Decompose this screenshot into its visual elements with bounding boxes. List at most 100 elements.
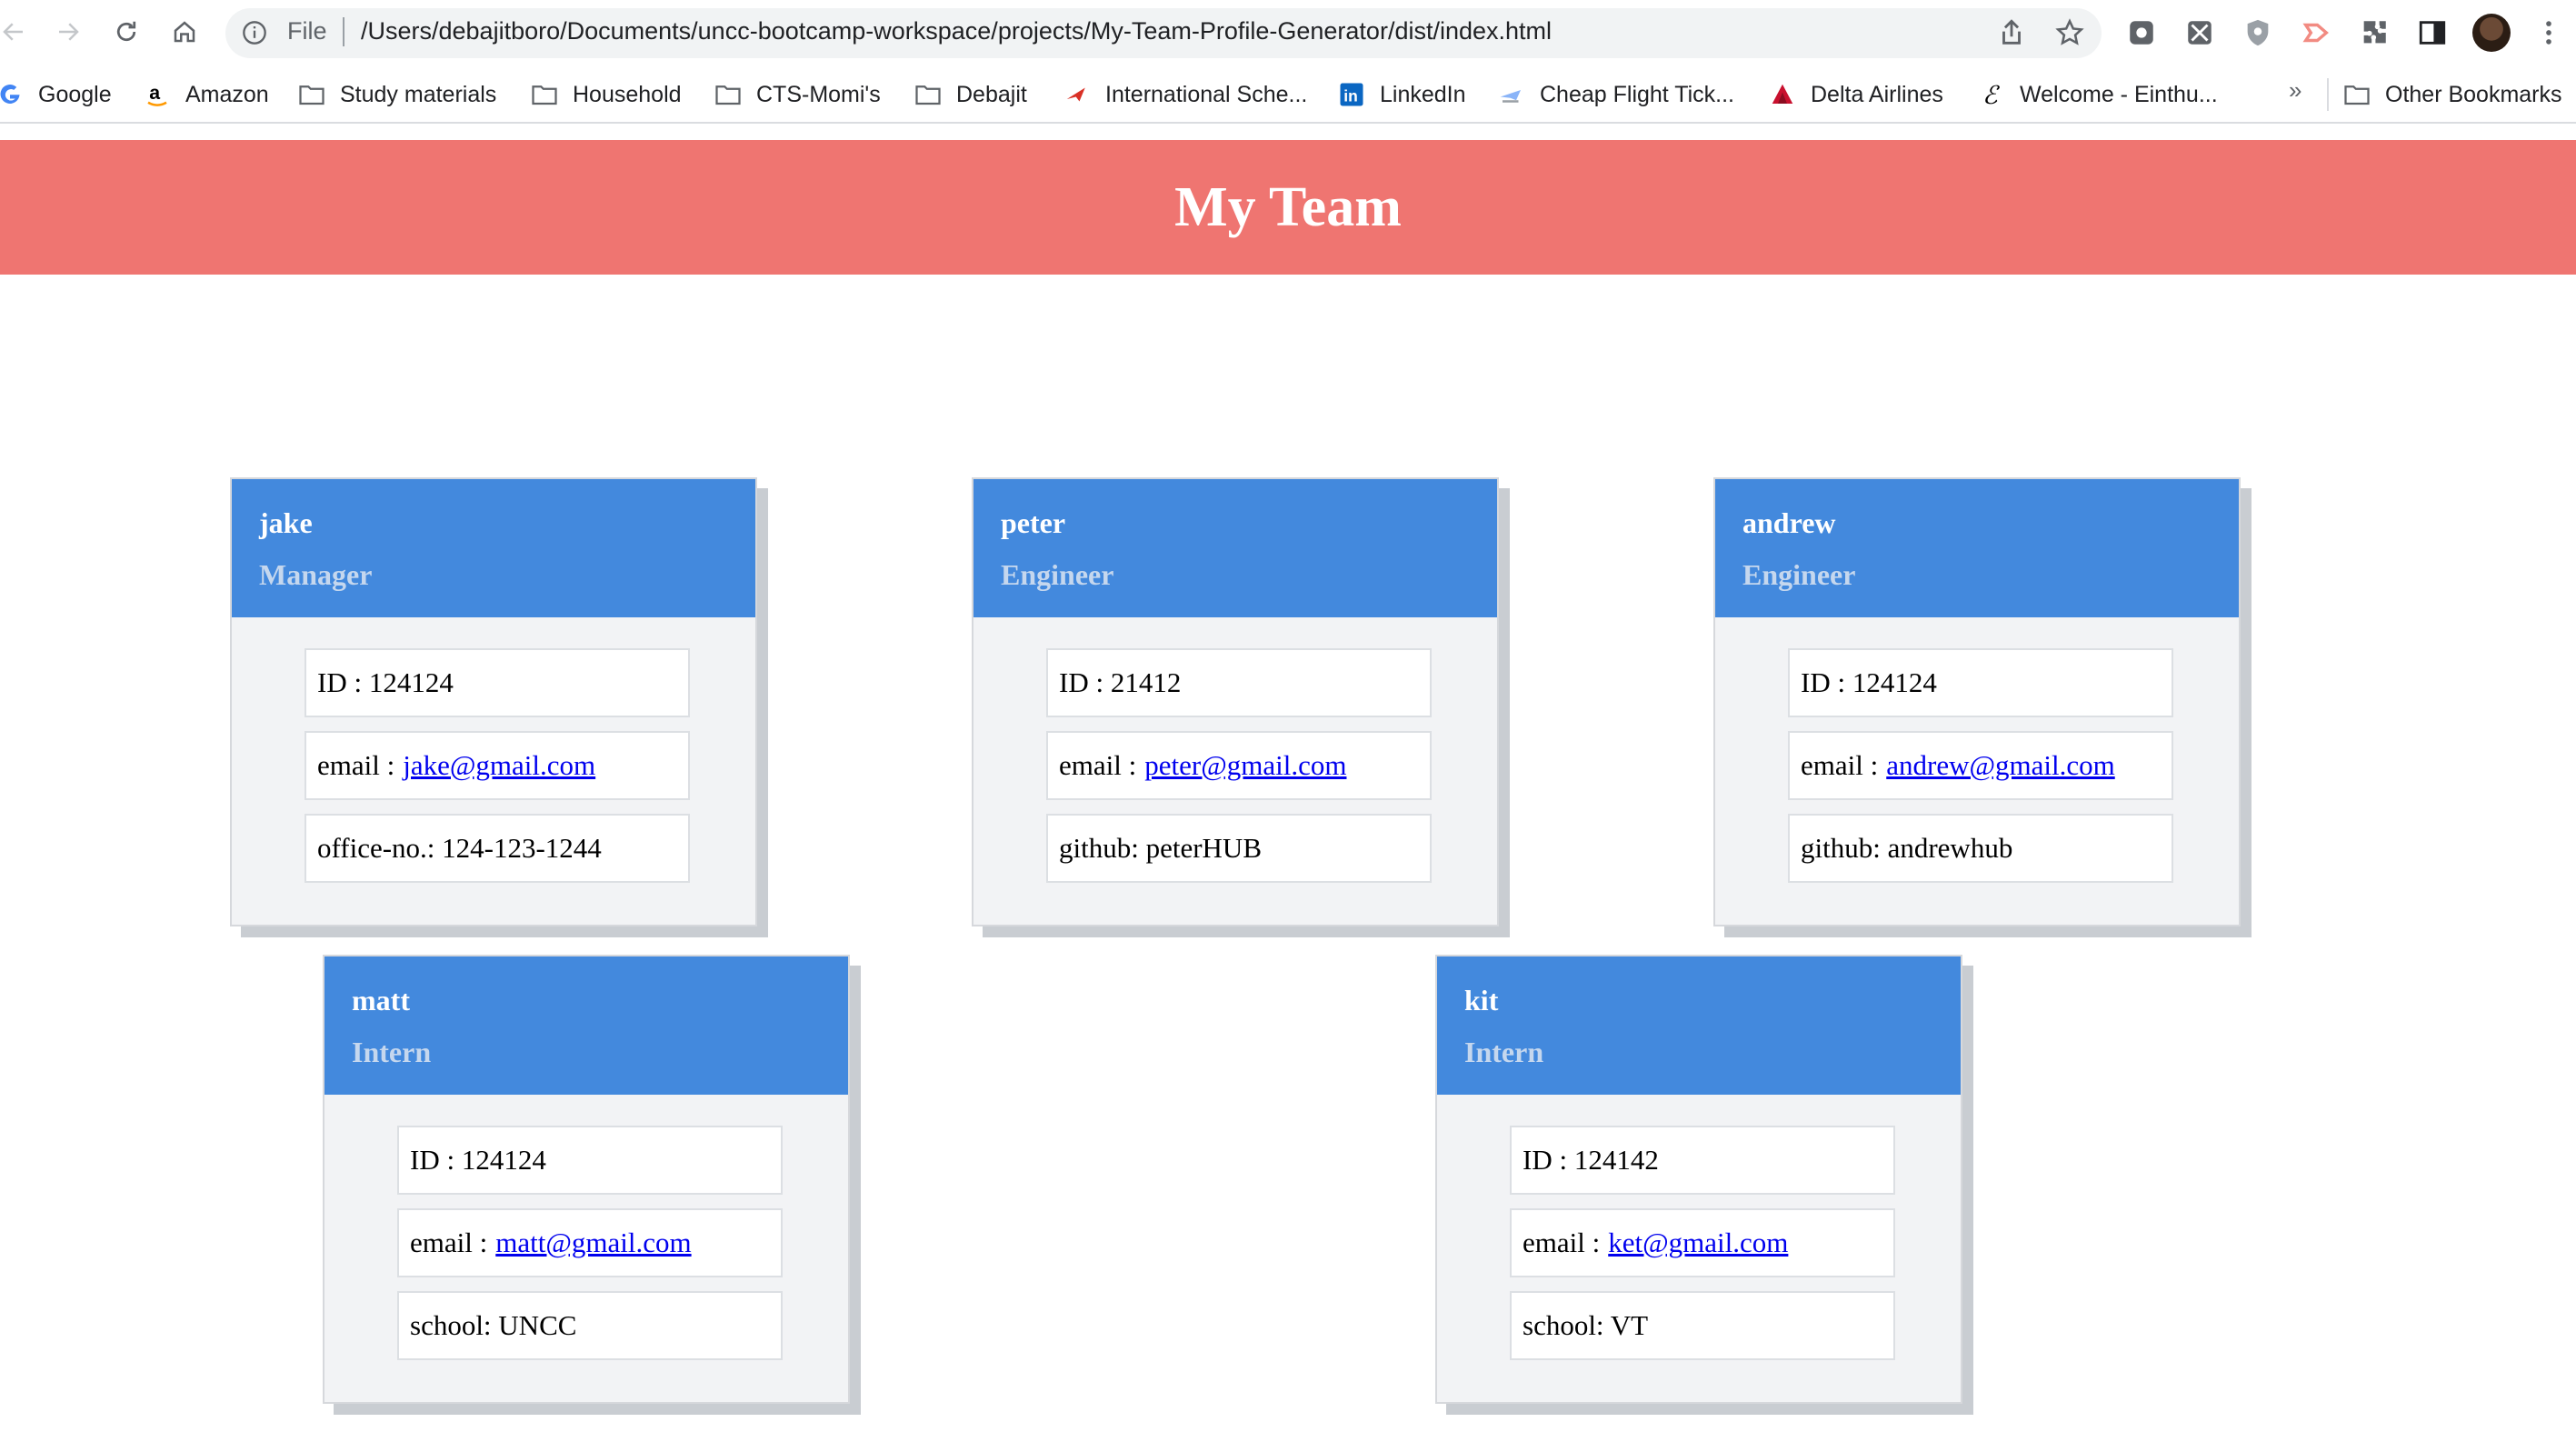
employee-extra: office-no.: 124-123-1244 — [305, 814, 690, 883]
bookmark-cheap-flight-tickets[interactable]: Cheap Flight Tick... — [1498, 76, 1734, 113]
employee-id: ID : 124142 — [1510, 1126, 1895, 1195]
menu-kebab-icon[interactable] — [2531, 15, 2567, 51]
delta-icon — [1769, 81, 1796, 108]
employee-card: peter Engineer ID : 21412 email : peter@… — [972, 477, 1499, 926]
bookmark-delta-airlines[interactable]: Delta Airlines — [1769, 76, 1943, 113]
email-label: email : — [317, 749, 395, 781]
bookmark-cts-momis[interactable]: CTS-Momi's — [714, 76, 881, 113]
google-icon — [0, 81, 24, 108]
einthusan-icon: ℰ — [1978, 81, 2005, 108]
employee-extra: school: UNCC — [397, 1291, 783, 1360]
bookmark-amazon[interactable]: a Amazon — [144, 76, 269, 113]
forward-arrow-icon — [59, 23, 79, 41]
employee-name: peter — [1001, 506, 1066, 539]
card-header: andrew Engineer — [1715, 479, 2239, 617]
employee-role: Engineer — [1742, 558, 1856, 591]
bookmarks-bar: Google a Amazon Study materials Househol… — [0, 67, 2576, 124]
bookmark-international-schedule[interactable]: International Sche... — [1063, 76, 1307, 113]
amazon-icon: a — [144, 81, 171, 108]
extension-red-icon[interactable] — [2298, 15, 2334, 51]
back-arrow-icon — [3, 23, 23, 41]
svg-text:a: a — [149, 82, 160, 104]
employee-role: Engineer — [1001, 558, 1114, 591]
card-header: peter Engineer — [973, 479, 1497, 617]
folder-icon — [298, 81, 325, 108]
url-text[interactable]: /Users/debajitboro/Documents/uncc-bootca… — [361, 17, 1552, 45]
employee-email: email : ket@gmail.com — [1510, 1208, 1895, 1277]
email-label: email : — [1059, 749, 1137, 781]
employee-id: ID : 124124 — [397, 1126, 783, 1195]
bookmark-other-bookmarks[interactable]: Other Bookmarks — [2343, 76, 2562, 113]
email-label: email : — [1801, 749, 1879, 781]
svg-text:ℰ: ℰ — [1982, 81, 2001, 108]
bookmark-google[interactable]: Google — [0, 76, 112, 113]
profile-avatar[interactable] — [2472, 14, 2511, 52]
page-header: My Team — [0, 140, 2576, 275]
linkedin-icon: in — [1338, 81, 1365, 108]
reload-icon — [116, 21, 136, 42]
bookmarks-divider — [2327, 78, 2329, 111]
page-title: My Team — [1174, 175, 1402, 238]
employee-card: matt Intern ID : 124124 email : matt@gma… — [323, 955, 850, 1404]
bookmark-household[interactable]: Household — [531, 76, 682, 113]
email-link[interactable]: peter@gmail.com — [1144, 749, 1346, 782]
employee-id: ID : 21412 — [1046, 648, 1432, 717]
email-link[interactable]: jake@gmail.com — [403, 749, 595, 782]
employee-name: kit — [1464, 984, 1499, 1016]
share-icon[interactable] — [1996, 17, 2027, 48]
employee-role: Manager — [259, 558, 373, 591]
extension-2-icon[interactable] — [2182, 15, 2218, 51]
employee-name: jake — [259, 506, 313, 539]
folder-icon — [914, 81, 942, 108]
employee-extra: github: peterHUB — [1046, 814, 1432, 883]
employee-email: email : matt@gmail.com — [397, 1208, 783, 1277]
omnibox-divider — [343, 17, 344, 46]
side-panel-icon[interactable] — [2414, 15, 2451, 51]
home-icon — [174, 21, 195, 43]
employee-extra: github: andrewhub — [1788, 814, 2173, 883]
bookmarks-overflow-button[interactable]: » — [2289, 76, 2301, 105]
extension-1-icon[interactable] — [2123, 15, 2160, 51]
email-link[interactable]: matt@gmail.com — [495, 1227, 691, 1259]
plane-ticket-icon — [1498, 81, 1525, 108]
folder-icon — [2343, 81, 2371, 108]
email-link[interactable]: andrew@gmail.com — [1886, 749, 2115, 782]
employee-name: andrew — [1742, 506, 1836, 539]
browser-toolbar: File /Users/debajitboro/Documents/uncc-b… — [0, 0, 2576, 67]
employee-role: Intern — [1464, 1036, 1544, 1068]
svg-text:in: in — [1343, 87, 1358, 105]
card-header: matt Intern — [324, 956, 848, 1095]
employee-email: email : jake@gmail.com — [305, 731, 690, 800]
reload-button[interactable] — [104, 9, 149, 55]
forward-button[interactable] — [45, 9, 91, 55]
bookmark-linkedin[interactable]: in LinkedIn — [1338, 76, 1466, 113]
folder-icon — [714, 81, 742, 108]
email-link[interactable]: ket@gmail.com — [1608, 1227, 1788, 1259]
employee-role: Intern — [352, 1036, 432, 1068]
scheme-label: File — [287, 17, 327, 45]
employee-id: ID : 124124 — [1788, 648, 2173, 717]
info-icon[interactable] — [242, 20, 267, 45]
star-icon[interactable] — [2054, 17, 2085, 48]
card-header: kit Intern — [1437, 956, 1961, 1095]
employee-name: matt — [352, 984, 410, 1016]
bookmark-study-materials[interactable]: Study materials — [298, 76, 496, 113]
employee-card: jake Manager ID : 124124 email : jake@gm… — [230, 477, 757, 926]
bookmark-einthusan[interactable]: ℰ Welcome - Einthu... — [1978, 76, 2218, 113]
puzzle-icon[interactable] — [2356, 15, 2392, 51]
back-button[interactable] — [0, 9, 36, 55]
shield-icon[interactable] — [2240, 15, 2276, 51]
employee-email: email : peter@gmail.com — [1046, 731, 1432, 800]
bookmark-debajit[interactable]: Debajit — [914, 76, 1027, 113]
employee-card: kit Intern ID : 124142 email : ket@gmail… — [1435, 955, 1962, 1404]
employee-email: email : andrew@gmail.com — [1788, 731, 2173, 800]
home-button[interactable] — [162, 9, 207, 55]
card-header: jake Manager — [232, 479, 755, 617]
employee-extra: school: VT — [1510, 1291, 1895, 1360]
employee-card: andrew Engineer ID : 124124 email : andr… — [1713, 477, 2241, 926]
folder-icon — [531, 81, 558, 108]
airplane-icon — [1063, 81, 1091, 108]
email-label: email : — [1523, 1227, 1601, 1258]
employee-id: ID : 124124 — [305, 648, 690, 717]
email-label: email : — [410, 1227, 488, 1258]
